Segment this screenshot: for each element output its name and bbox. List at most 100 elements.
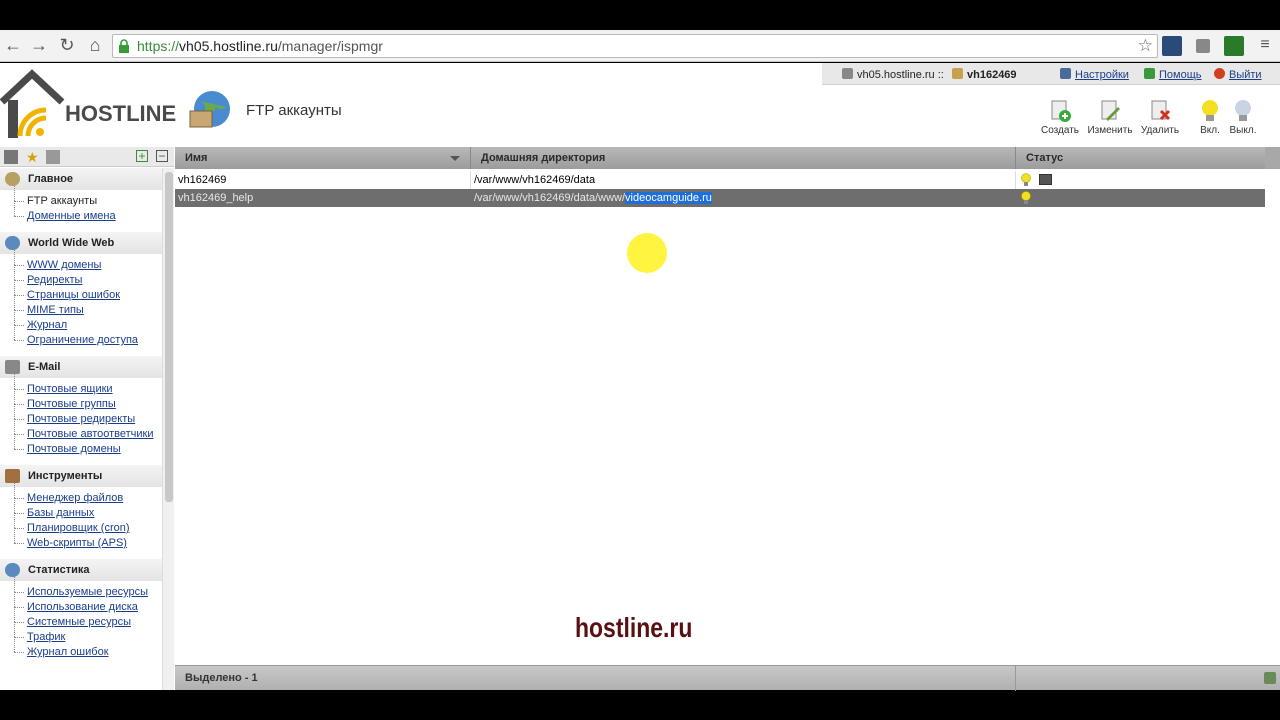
edit-label: Изменить <box>1087 125 1133 136</box>
sidebar-item-mime-types[interactable]: MIME типы <box>12 295 162 318</box>
sidebar-item-label[interactable]: WWW домены <box>27 259 101 271</box>
sidebar-item-error-pages[interactable]: Страницы ошибок <box>12 280 162 303</box>
edit-button[interactable]: Изменить <box>1085 99 1135 143</box>
sidebar-item-label[interactable]: Доменные имена <box>27 210 116 222</box>
sidebar-item-label[interactable]: MIME типы <box>27 304 84 316</box>
sidebar-item-mail-groups[interactable]: Почтовые группы <box>12 389 162 412</box>
table-row[interactable]: vh162469 /var/www/vh162469/data <box>175 171 1265 189</box>
sidebar-item-www-domains[interactable]: WWW домены <box>12 250 162 273</box>
column-header-name[interactable]: Имя <box>175 147 471 169</box>
sidebar-item-system-resources[interactable]: Системные ресурсы <box>12 607 162 630</box>
sidebar-item-mailboxes[interactable]: Почтовые ящики <box>12 374 162 397</box>
settings-link[interactable]: Настройки <box>1060 68 1129 81</box>
sidebar-item-label[interactable]: Почтовые автоответчики <box>27 428 153 440</box>
server-label: vh05.hostline.ru :: <box>857 69 944 81</box>
sidebar-item-access-limit[interactable]: Ограничение доступа <box>12 325 162 348</box>
sidebar-item-ftp-accounts[interactable]: FTP аккаунты <box>12 186 162 209</box>
menu-group-header[interactable]: Главное <box>0 168 162 190</box>
url-text: https://vh05.hostline.ru/manager/ispmgr <box>137 38 383 54</box>
sidebar-item-label[interactable]: Менеджер файлов <box>27 492 123 504</box>
sidebar-item-cron[interactable]: Планировщик (cron) <box>12 513 162 536</box>
sidebar-item-error-log[interactable]: Журнал ошибок <box>12 637 162 660</box>
column-header-home[interactable]: Домашняя директория <box>471 147 1016 169</box>
extension-tool-icon[interactable] <box>1196 39 1210 53</box>
sidebar-item-disk-usage[interactable]: Использование диска <box>12 592 162 615</box>
sidebar-item-label[interactable]: Страницы ошибок <box>27 289 120 301</box>
logout-link-text[interactable]: Выйти <box>1229 69 1262 81</box>
sidebar-item-label[interactable]: Базы данных <box>27 507 94 519</box>
disable-button[interactable]: Выкл. <box>1218 99 1268 143</box>
logout-link[interactable]: Выйти <box>1214 68 1262 81</box>
sidebar-item-mail-autoresponders[interactable]: Почтовые автоответчики <box>12 419 162 442</box>
help-link[interactable]: Помощь <box>1144 68 1202 81</box>
menu-group-email: E-Mail Почтовые ящики Почтовые группы По… <box>0 356 162 465</box>
sidebar-item-databases[interactable]: Базы данных <box>12 498 162 521</box>
expand-all-icon[interactable]: + <box>136 150 148 162</box>
user-bar: vh05.hostline.ru :: vh162469 Настройки П… <box>822 63 1280 85</box>
sidebar-item-domain-names[interactable]: Доменные имена <box>12 201 162 224</box>
edit-icon <box>1101 100 1120 121</box>
menu-group-header[interactable]: E-Mail <box>0 356 162 378</box>
column-header-status[interactable]: Статус <box>1016 147 1265 169</box>
sidebar-item-label[interactable]: Редиректы <box>27 274 82 286</box>
url-host: vh05.hostline.ru <box>179 38 278 54</box>
menu-icon[interactable]: ≡ <box>1254 34 1276 56</box>
sidebar-item-label[interactable]: Почтовые домены <box>27 443 121 455</box>
sidebar-item-used-resources[interactable]: Используемые ресурсы <box>12 577 162 600</box>
sidebar-item-file-manager[interactable]: Менеджер файлов <box>12 483 162 506</box>
sidebar-item-label[interactable]: Web-скрипты (APS) <box>27 537 127 549</box>
cell-status <box>1016 171 1265 189</box>
sidebar-item-web-scripts[interactable]: Web-скрипты (APS) <box>12 528 162 551</box>
delete-button[interactable]: Удалить <box>1135 99 1185 143</box>
export-icon[interactable] <box>1264 672 1276 684</box>
extension-counter-icon[interactable] <box>1162 36 1182 56</box>
sidebar-item-mail-redirects[interactable]: Почтовые редиректы <box>12 404 162 427</box>
settings-link-text[interactable]: Настройки <box>1075 69 1129 81</box>
server-icon <box>842 68 853 79</box>
sidebar-item-label[interactable]: Ограничение доступа <box>27 334 138 346</box>
extension-check-icon[interactable] <box>1224 36 1244 56</box>
sidebar-item-label[interactable]: Почтовые группы <box>27 398 116 410</box>
forward-arrow-icon[interactable]: → <box>28 34 50 56</box>
sidebar-item-label[interactable]: FTP аккаунты <box>27 195 97 207</box>
settings-icon <box>1060 68 1071 79</box>
sidebar-item-label[interactable]: Журнал <box>27 319 67 331</box>
reload-icon[interactable]: ↻ <box>56 34 78 56</box>
list-view-icon[interactable] <box>4 150 18 164</box>
bookmark-star-icon[interactable]: ☆ <box>1138 36 1153 56</box>
sidebar-item-label[interactable]: Почтовые ящики <box>27 383 113 395</box>
sidebar-item-label[interactable]: Почтовые редиректы <box>27 413 135 425</box>
sidebar-item-label[interactable]: Журнал ошибок <box>27 646 109 658</box>
sidebar-item-label[interactable]: Системные ресурсы <box>27 616 131 628</box>
collapse-all-icon[interactable]: − <box>156 150 168 162</box>
sidebar-scrollbar[interactable] <box>162 168 174 690</box>
sidebar-item-label[interactable]: Используемые ресурсы <box>27 586 148 598</box>
sidebar-item-redirects[interactable]: Редиректы <box>12 265 162 288</box>
sidebar-item-mail-domains[interactable]: Почтовые домены <box>12 434 162 457</box>
help-link-text[interactable]: Помощь <box>1159 69 1202 81</box>
sidebar-toolbar: ★ + − <box>0 147 174 167</box>
menu-group-header[interactable]: World Wide Web <box>0 232 162 254</box>
email-group-icon <box>5 360 20 374</box>
favorites-star-icon[interactable]: ★ <box>26 150 40 164</box>
home-icon[interactable]: ⌂ <box>84 34 106 56</box>
table-row-selected[interactable]: vh162469_help /var/www/vh162469/data/www… <box>175 189 1265 207</box>
user-info: vh162469 <box>952 68 1017 81</box>
menu-group-header[interactable]: Статистика <box>0 559 162 581</box>
column-config-icon[interactable] <box>1265 147 1280 169</box>
sidebar-item-traffic[interactable]: Трафик <box>12 622 162 645</box>
lock-icon <box>119 39 129 53</box>
address-bar[interactable]: https://vh05.hostline.ru/manager/ispmgr … <box>112 34 1158 58</box>
sidebar-item-label[interactable]: Использование диска <box>27 601 138 613</box>
menu-group-header[interactable]: Инструменты <box>0 465 162 487</box>
sidebar-item-log[interactable]: Журнал <box>12 310 162 333</box>
create-button[interactable]: Создать <box>1035 99 1085 143</box>
sidebar-item-label[interactable]: Планировщик (cron) <box>27 522 130 534</box>
logo-text: HOSTLINE <box>65 101 177 126</box>
scrollbar-thumb[interactable] <box>165 172 173 502</box>
sidebar-item-label[interactable]: Трафик <box>27 631 65 643</box>
ispmanager-app: HOSTLINE FTP аккаунты vh05.hostline.ru :… <box>0 63 1280 690</box>
back-arrow-icon[interactable]: ← <box>2 34 24 56</box>
clipboard-icon[interactable] <box>46 150 60 164</box>
url-path: /manager/ispmgr <box>277 38 383 54</box>
